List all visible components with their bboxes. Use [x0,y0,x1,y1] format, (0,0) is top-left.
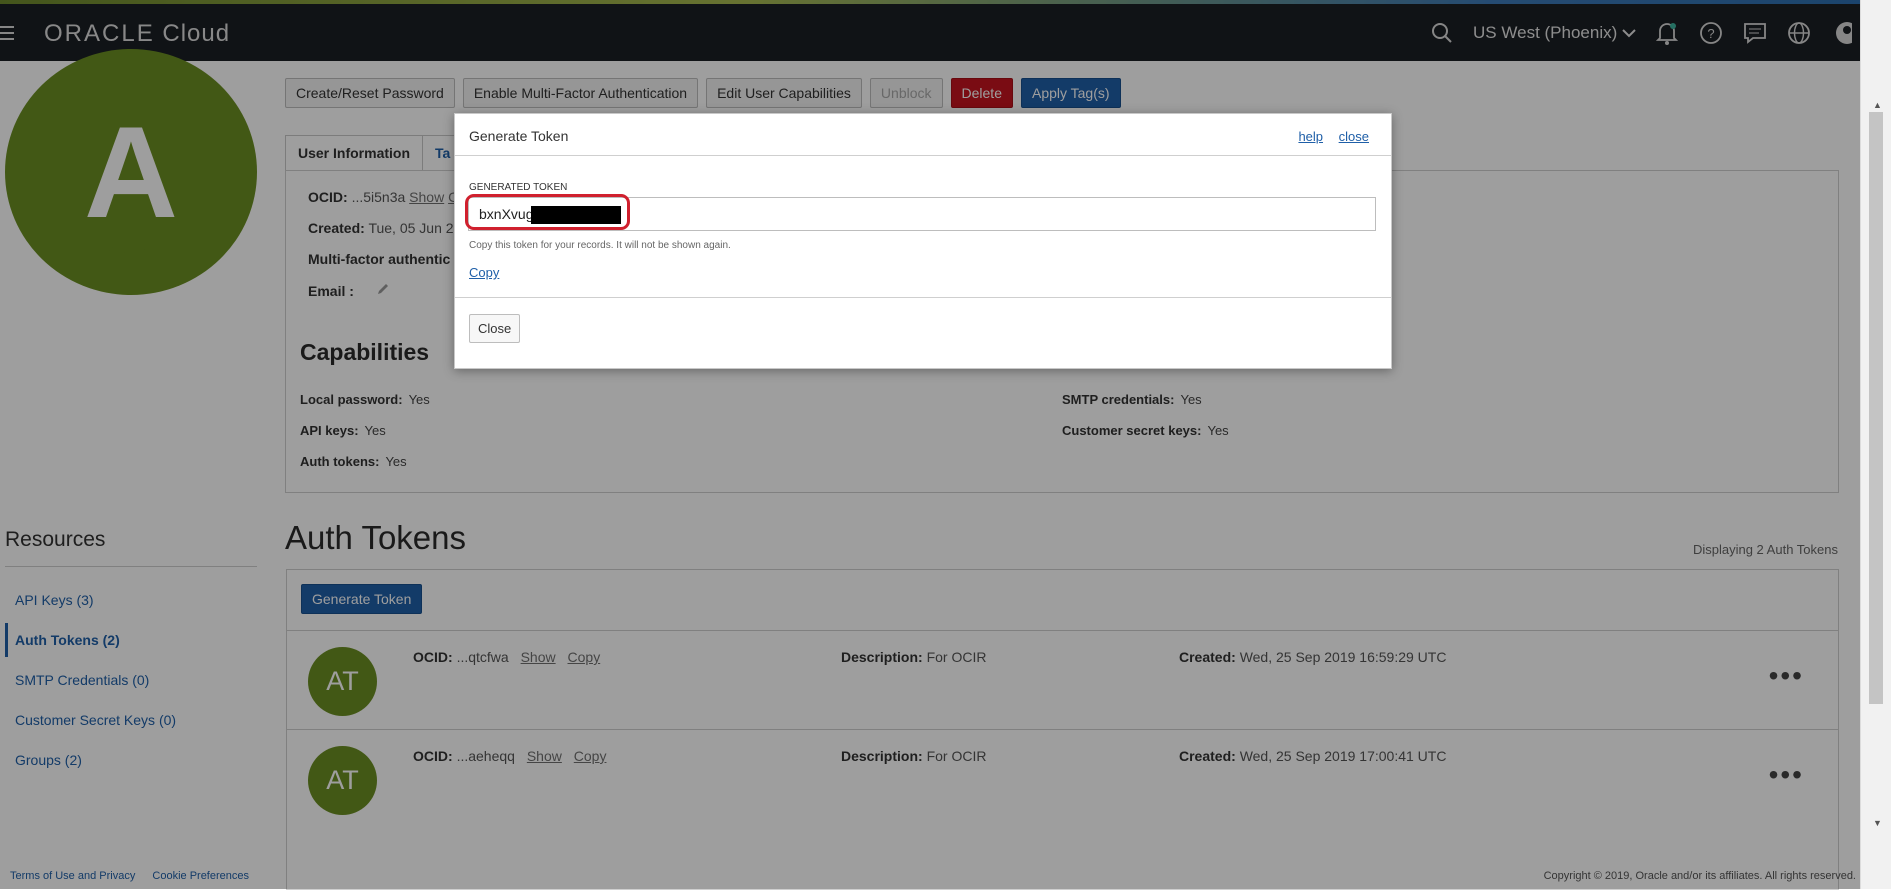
dialog-footer: Close [455,297,1391,368]
page-scrollbar[interactable]: ▲ ▼ [1860,0,1891,889]
close-button[interactable]: Close [469,314,521,343]
scrollbar-thumb[interactable] [1869,112,1883,704]
dialog-header-links: help close [1286,129,1369,144]
generate-token-dialog: Generate Token help close GENERATED TOKE… [454,113,1392,369]
dialog-header: Generate Token help close [455,114,1391,156]
dialog-title: Generate Token [469,128,569,144]
dialog-close-link[interactable]: close [1339,129,1369,144]
token-hint: Copy this token for your records. It wil… [469,240,731,251]
scroll-down-icon[interactable]: ▼ [1873,818,1882,828]
dialog-help-link[interactable]: help [1298,129,1323,144]
generated-token-label: GENERATED TOKEN [469,182,568,193]
generated-token-field[interactable]: bxnXvug [468,197,1376,231]
copy-token-link[interactable]: Copy [469,265,499,280]
redaction-block [531,206,622,225]
generated-token-value: bxnXvug [479,206,534,222]
scroll-up-icon[interactable]: ▲ [1873,100,1882,110]
